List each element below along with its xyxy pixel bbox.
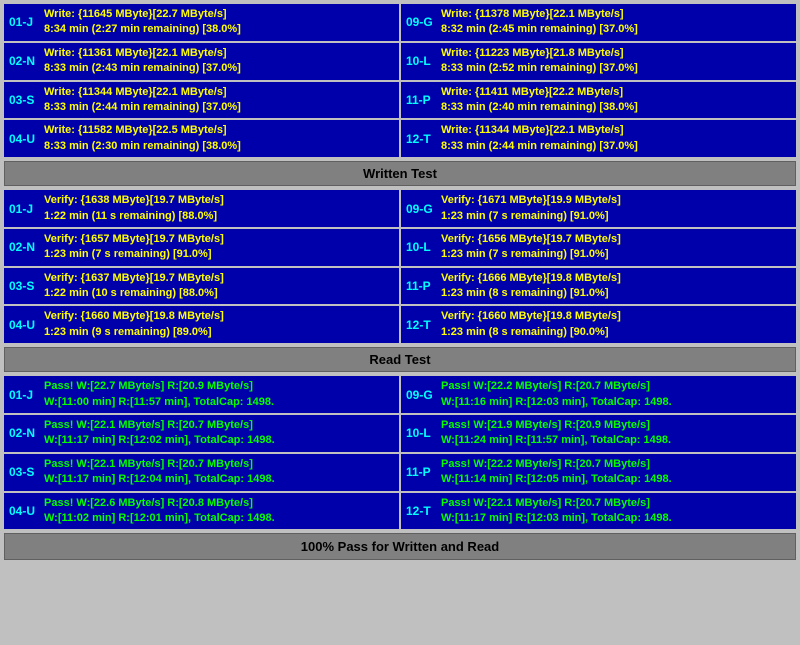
write-header: Written Test (4, 161, 796, 186)
cell-content-right-2: Verify: {1666 MByte}[19.8 MByte/s]1:23 m… (441, 271, 621, 302)
verify-grid-row-0-left: 01-J Verify: {1638 MByte}[19.7 MByte/s]1… (4, 190, 399, 227)
cell-label-left-0: 01-J (9, 379, 39, 410)
verify-grid-row-1-left: 02-N Verify: {1657 MByte}[19.7 MByte/s]1… (4, 229, 399, 266)
write-grid-row-2-right: 11-P Write: {11411 MByte}[22.2 MByte/s]8… (401, 82, 796, 119)
verify-section: 01-J Verify: {1638 MByte}[19.7 MByte/s]1… (4, 190, 796, 372)
cell-label-left-2: 03-S (9, 85, 39, 116)
pass-grid-row-2-right: 11-P Pass! W:[22.2 MByte/s] R:[20.7 MByt… (401, 454, 796, 491)
main-container: 01-J Write: {11645 MByte}[22.7 MByte/s]8… (0, 0, 800, 564)
cell-label-right-1: 10-L (406, 232, 436, 263)
pass-section: 01-J Pass! W:[22.7 MByte/s] R:[20.9 MByt… (4, 376, 796, 529)
cell-label-left-2: 03-S (9, 457, 39, 488)
write-grid-row-3-right: 12-T Write: {11344 MByte}[22.1 MByte/s]8… (401, 120, 796, 157)
cell-label-left-3: 04-U (9, 309, 39, 340)
cell-label-left-3: 04-U (9, 496, 39, 527)
cell-label-right-2: 11-P (406, 271, 436, 302)
cell-content-left-2: Pass! W:[22.1 MByte/s] R:[20.7 MByte/s]W… (44, 457, 275, 488)
pass-grid-row-1-right: 10-L Pass! W:[21.9 MByte/s] R:[20.9 MByt… (401, 415, 796, 452)
cell-content-right-2: Pass! W:[22.2 MByte/s] R:[20.7 MByte/s]W… (441, 457, 672, 488)
cell-content-left-2: Verify: {1637 MByte}[19.7 MByte/s]1:22 m… (44, 271, 224, 302)
verify-grid-row-3-left: 04-U Verify: {1660 MByte}[19.8 MByte/s]1… (4, 306, 399, 343)
cell-label-right-0: 09-G (406, 7, 436, 38)
write-grid-row-2-left: 03-S Write: {11344 MByte}[22.1 MByte/s]8… (4, 82, 399, 119)
verify-grid-row-3-right: 12-T Verify: {1660 MByte}[19.8 MByte/s]1… (401, 306, 796, 343)
verify-grid-row-1-right: 10-L Verify: {1656 MByte}[19.7 MByte/s]1… (401, 229, 796, 266)
cell-label-left-3: 04-U (9, 123, 39, 154)
footer-bar: 100% Pass for Written and Read (4, 533, 796, 560)
read-header: Read Test (4, 347, 796, 372)
write-grid-row-1-right: 10-L Write: {11223 MByte}[21.8 MByte/s]8… (401, 43, 796, 80)
cell-content-right-0: Pass! W:[22.2 MByte/s] R:[20.7 MByte/s]W… (441, 379, 672, 410)
pass-grid-row-0-right: 09-G Pass! W:[22.2 MByte/s] R:[20.7 MByt… (401, 376, 796, 413)
cell-label-left-1: 02-N (9, 418, 39, 449)
write-grid-row-3-left: 04-U Write: {11582 MByte}[22.5 MByte/s]8… (4, 120, 399, 157)
pass-grid-row-1-left: 02-N Pass! W:[22.1 MByte/s] R:[20.7 MByt… (4, 415, 399, 452)
cell-content-left-2: Write: {11344 MByte}[22.1 MByte/s]8:33 m… (44, 85, 241, 116)
cell-label-right-0: 09-G (406, 193, 436, 224)
cell-content-left-1: Verify: {1657 MByte}[19.7 MByte/s]1:23 m… (44, 232, 224, 263)
cell-content-right-0: Write: {11378 MByte}[22.1 MByte/s]8:32 m… (441, 7, 638, 38)
cell-content-left-3: Verify: {1660 MByte}[19.8 MByte/s]1:23 m… (44, 309, 224, 340)
cell-content-left-0: Verify: {1638 MByte}[19.7 MByte/s]1:22 m… (44, 193, 224, 224)
cell-label-right-3: 12-T (406, 123, 436, 154)
pass-grid-row-3-left: 04-U Pass! W:[22.6 MByte/s] R:[20.8 MByt… (4, 493, 399, 530)
cell-content-left-0: Pass! W:[22.7 MByte/s] R:[20.9 MByte/s]W… (44, 379, 274, 410)
cell-content-left-1: Write: {11361 MByte}[22.1 MByte/s]8:33 m… (44, 46, 241, 77)
cell-label-right-2: 11-P (406, 457, 436, 488)
cell-content-left-1: Pass! W:[22.1 MByte/s] R:[20.7 MByte/s]W… (44, 418, 275, 449)
write-grid-row-0-right: 09-G Write: {11378 MByte}[22.1 MByte/s]8… (401, 4, 796, 41)
write-grid: 01-J Write: {11645 MByte}[22.7 MByte/s]8… (4, 4, 796, 157)
cell-content-right-1: Write: {11223 MByte}[21.8 MByte/s]8:33 m… (441, 46, 638, 77)
cell-content-right-3: Pass! W:[22.1 MByte/s] R:[20.7 MByte/s]W… (441, 496, 672, 527)
cell-label-left-1: 02-N (9, 232, 39, 263)
pass-grid: 01-J Pass! W:[22.7 MByte/s] R:[20.9 MByt… (4, 376, 796, 529)
cell-label-left-1: 02-N (9, 46, 39, 77)
cell-content-left-3: Pass! W:[22.6 MByte/s] R:[20.8 MByte/s]W… (44, 496, 275, 527)
cell-content-right-0: Verify: {1671 MByte}[19.9 MByte/s]1:23 m… (441, 193, 621, 224)
cell-content-right-1: Pass! W:[21.9 MByte/s] R:[20.9 MByte/s]W… (441, 418, 671, 449)
cell-label-right-3: 12-T (406, 309, 436, 340)
cell-label-left-2: 03-S (9, 271, 39, 302)
cell-label-right-1: 10-L (406, 418, 436, 449)
pass-grid-row-2-left: 03-S Pass! W:[22.1 MByte/s] R:[20.7 MByt… (4, 454, 399, 491)
cell-label-left-0: 01-J (9, 193, 39, 224)
pass-grid-row-0-left: 01-J Pass! W:[22.7 MByte/s] R:[20.9 MByt… (4, 376, 399, 413)
cell-label-right-3: 12-T (406, 496, 436, 527)
verify-grid-row-2-right: 11-P Verify: {1666 MByte}[19.8 MByte/s]1… (401, 268, 796, 305)
cell-label-right-2: 11-P (406, 85, 436, 116)
cell-content-right-1: Verify: {1656 MByte}[19.7 MByte/s]1:23 m… (441, 232, 621, 263)
verify-grid: 01-J Verify: {1638 MByte}[19.7 MByte/s]1… (4, 190, 796, 343)
cell-label-right-1: 10-L (406, 46, 436, 77)
pass-grid-row-3-right: 12-T Pass! W:[22.1 MByte/s] R:[20.7 MByt… (401, 493, 796, 530)
write-grid-row-1-left: 02-N Write: {11361 MByte}[22.1 MByte/s]8… (4, 43, 399, 80)
verify-grid-row-2-left: 03-S Verify: {1637 MByte}[19.7 MByte/s]1… (4, 268, 399, 305)
cell-content-right-2: Write: {11411 MByte}[22.2 MByte/s]8:33 m… (441, 85, 638, 116)
cell-label-left-0: 01-J (9, 7, 39, 38)
cell-content-left-0: Write: {11645 MByte}[22.7 MByte/s]8:34 m… (44, 7, 241, 38)
write-grid-row-0-left: 01-J Write: {11645 MByte}[22.7 MByte/s]8… (4, 4, 399, 41)
cell-content-left-3: Write: {11582 MByte}[22.5 MByte/s]8:33 m… (44, 123, 241, 154)
verify-grid-row-0-right: 09-G Verify: {1671 MByte}[19.9 MByte/s]1… (401, 190, 796, 227)
cell-label-right-0: 09-G (406, 379, 436, 410)
cell-content-right-3: Verify: {1660 MByte}[19.8 MByte/s]1:23 m… (441, 309, 621, 340)
write-section: 01-J Write: {11645 MByte}[22.7 MByte/s]8… (4, 4, 796, 186)
cell-content-right-3: Write: {11344 MByte}[22.1 MByte/s]8:33 m… (441, 123, 638, 154)
